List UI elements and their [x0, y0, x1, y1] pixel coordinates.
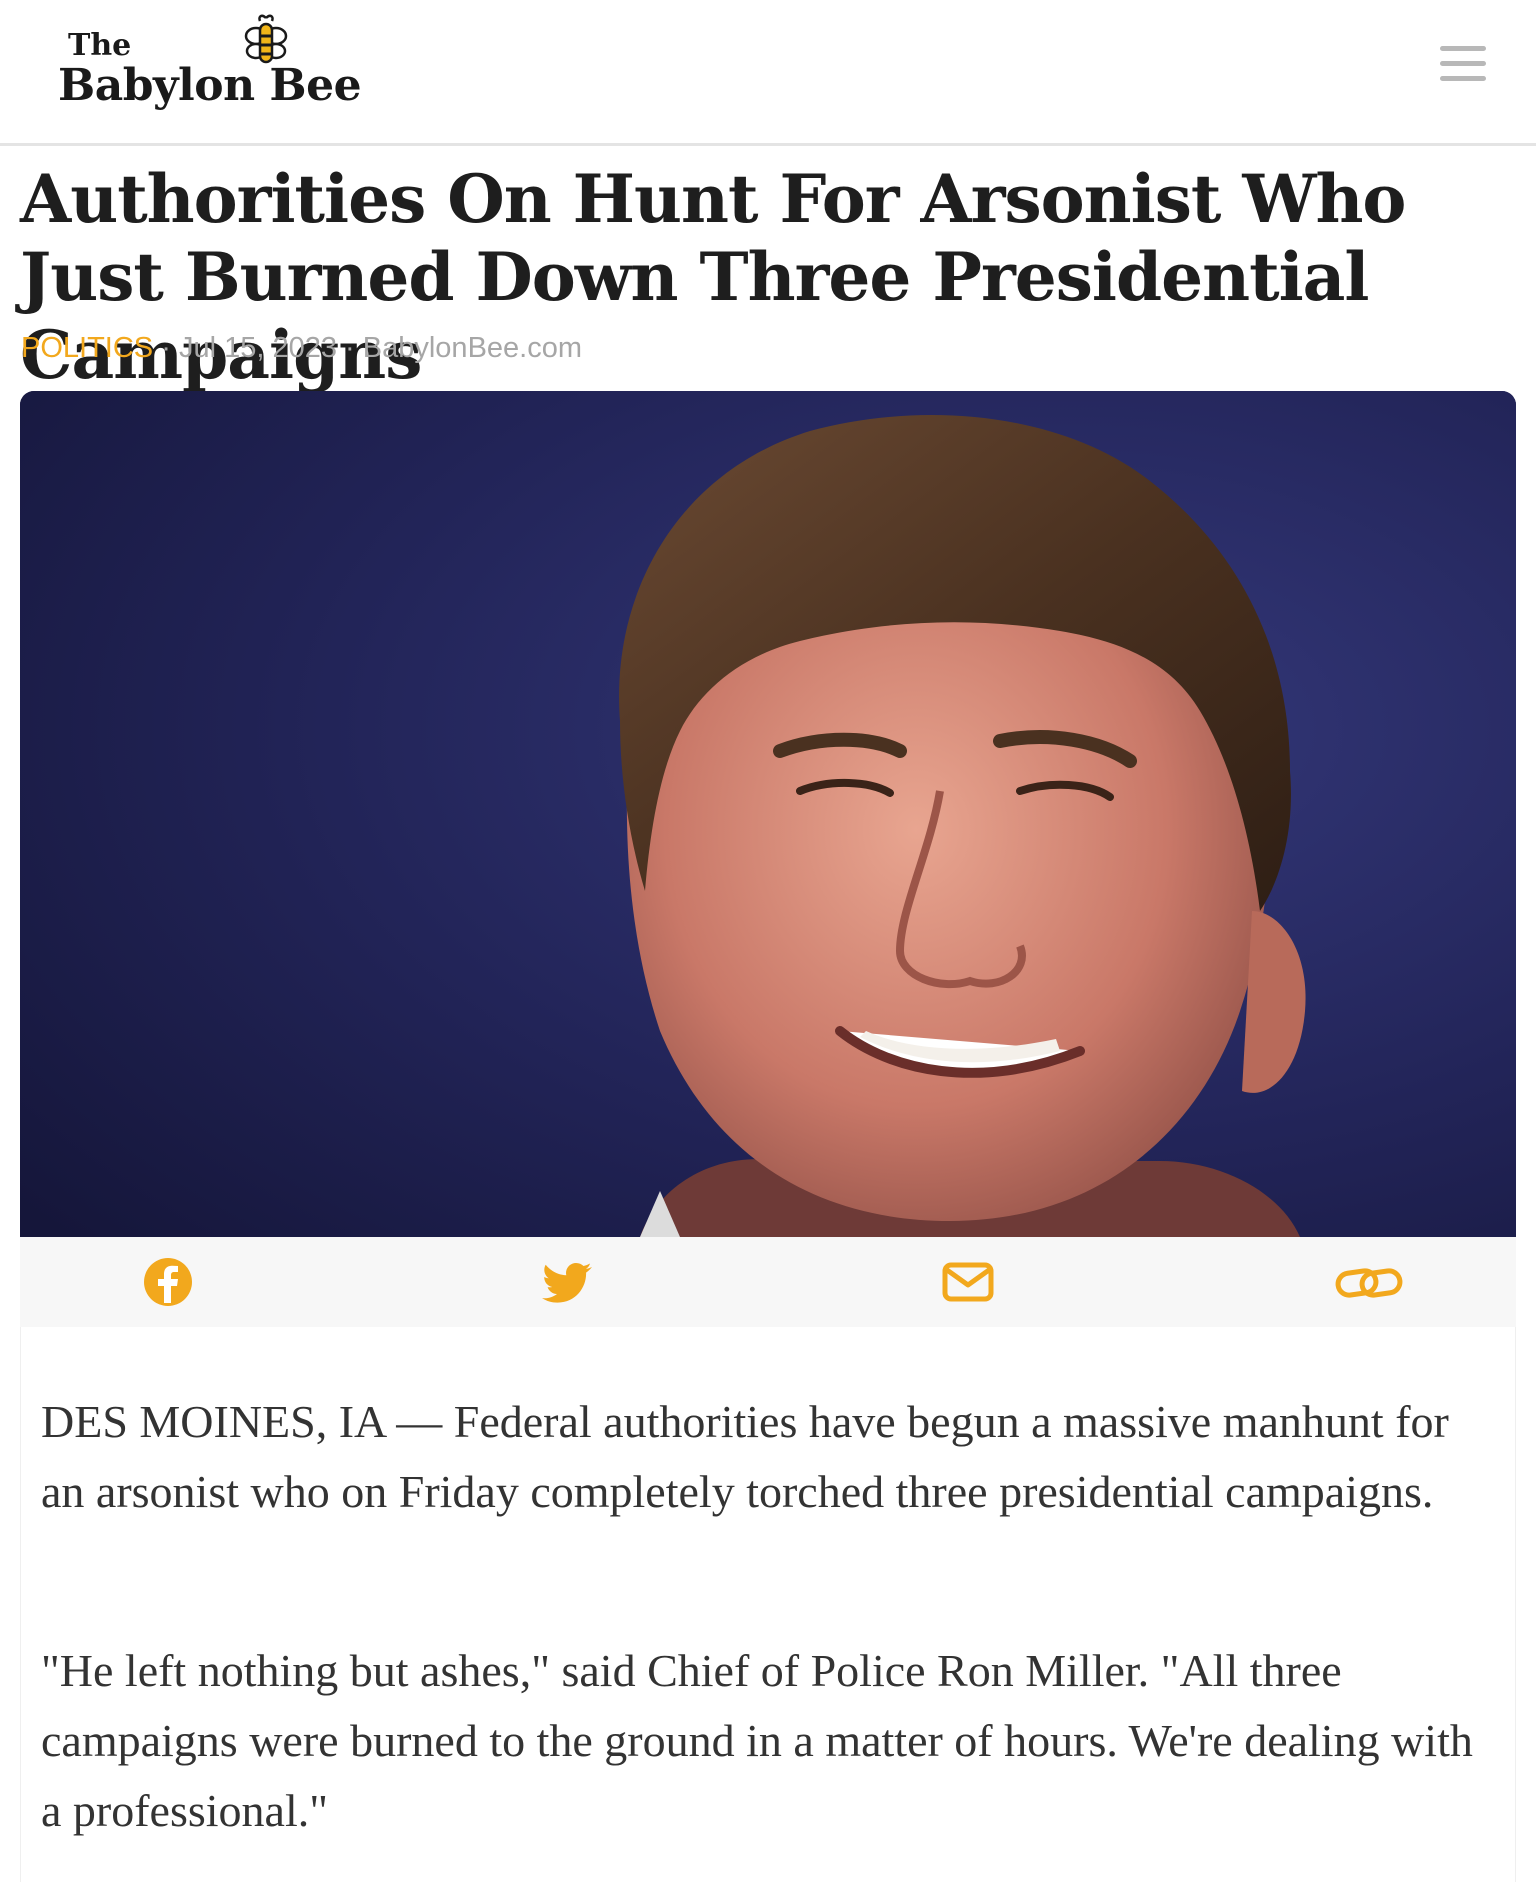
hamburger-menu-icon[interactable] — [1440, 44, 1490, 84]
share-email-button[interactable] — [940, 1255, 996, 1309]
envelope-icon — [942, 1262, 994, 1302]
article-paragraph: "He left nothing but ashes," said Chief … — [41, 1645, 1473, 1836]
facebook-icon — [144, 1258, 192, 1306]
logo-name-text: Babylon Bee — [58, 60, 362, 111]
meta-separator: · — [345, 332, 355, 364]
category-link[interactable]: POLITICS — [21, 332, 153, 364]
share-copy-link-button[interactable] — [1334, 1255, 1404, 1309]
article-paragraph: DES MOINES, IA — Federal authorities hav… — [41, 1396, 1449, 1517]
meta-separator: · — [161, 332, 171, 364]
bee-icon — [244, 14, 288, 64]
hero-image — [20, 391, 1516, 1237]
article-source: BabylonBee.com — [362, 332, 583, 364]
site-header: The Babylon Bee — [0, 0, 1536, 146]
twitter-icon — [542, 1263, 592, 1303]
smiling-man-portrait — [20, 391, 1516, 1237]
logo-the-text: The — [68, 28, 132, 63]
article-date: Jul 15, 2023 — [178, 332, 337, 364]
article-meta: POLITICS · Jul 15, 2023 · BabylonBee.com — [21, 332, 582, 365]
share-twitter-button[interactable] — [540, 1255, 596, 1309]
site-logo[interactable]: The Babylon Bee — [58, 14, 398, 124]
link-icon — [1335, 1268, 1403, 1298]
share-facebook-button[interactable] — [140, 1255, 196, 1309]
share-bar — [20, 1237, 1516, 1327]
